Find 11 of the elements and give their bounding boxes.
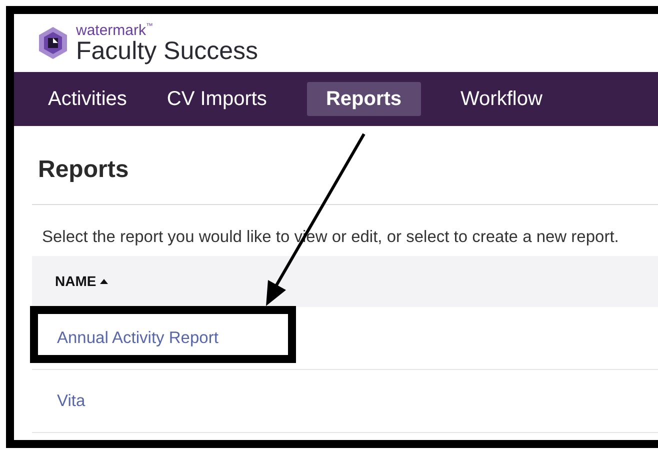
product-name: Faculty Success (76, 38, 258, 64)
nav-tab[interactable]: CV Imports (166, 82, 267, 116)
nav-tab[interactable]: Workflow (460, 82, 542, 116)
page-title: Reports (37, 155, 130, 185)
report-link[interactable]: Vita (57, 388, 86, 414)
nav-tab[interactable]: Activities (48, 82, 127, 116)
brand-name: watermark (76, 22, 146, 38)
name-column-header[interactable]: NAME (55, 271, 108, 292)
logo-icon (36, 26, 70, 60)
report-link[interactable]: Annual Activity Report (57, 326, 218, 350)
nav-tab[interactable]: Reports (306, 82, 421, 116)
